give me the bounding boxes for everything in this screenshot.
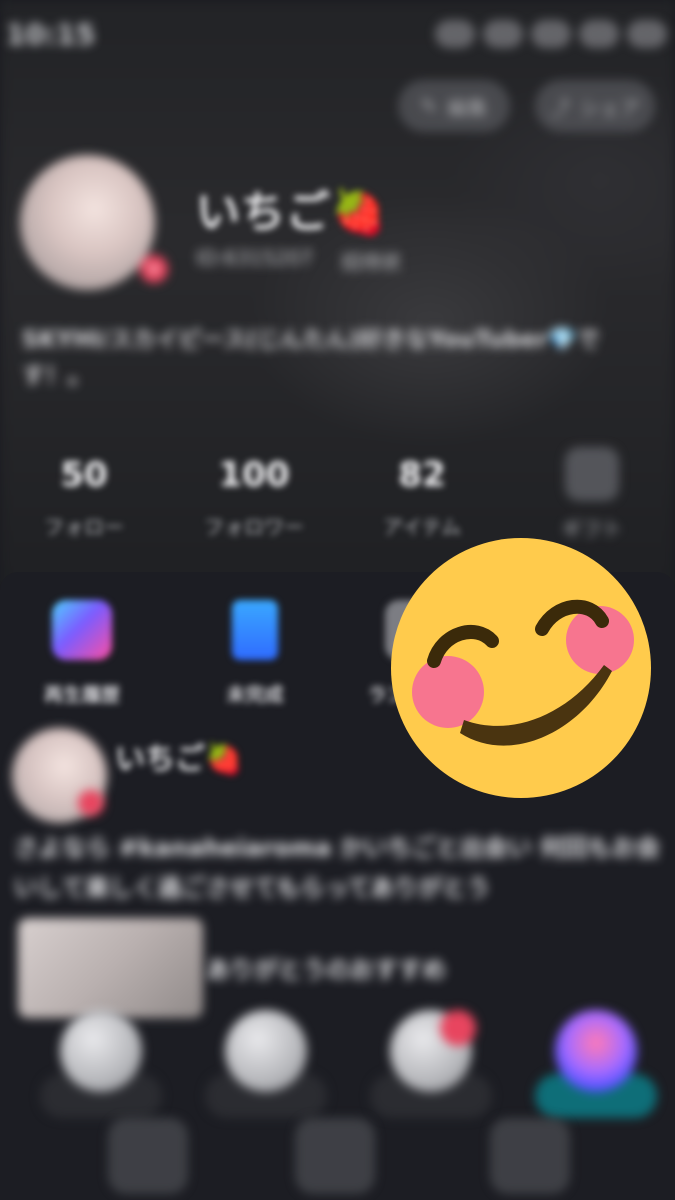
stat-items-label: アイテム — [383, 515, 461, 539]
music-note-icon — [52, 600, 112, 660]
action-circle-icon — [225, 1010, 307, 1092]
profile-name: いちご🍓 — [196, 187, 387, 238]
smiling-face-emoji-sticker — [391, 538, 651, 798]
post-author-badge — [78, 790, 104, 816]
signal-icon — [435, 20, 475, 48]
edit-profile-button[interactable]: ✎ 編集 — [398, 80, 510, 132]
home-icon[interactable] — [295, 1118, 375, 1194]
vpn-icon — [531, 20, 571, 48]
share-button[interactable]: ⤴ シェア — [535, 80, 655, 132]
document-icon — [232, 600, 278, 660]
avatar-edit-badge[interactable]: + — [140, 255, 168, 283]
action-button-3[interactable] — [370, 1010, 500, 1120]
stat-items-count: 82 — [398, 455, 446, 495]
stat-followers-label: フォロワー — [204, 515, 304, 539]
notification-dot — [440, 1010, 476, 1046]
post-text: さよなら #kanaheiaroma かいちごと出会い 何回もお会いして楽しく過… — [14, 834, 660, 902]
post-author-name[interactable]: いちご🍓 — [115, 734, 242, 778]
action-circle-icon — [60, 1010, 142, 1092]
status-time: 10:15 — [6, 18, 96, 51]
back-icon[interactable] — [108, 1118, 188, 1194]
recents-icon[interactable] — [490, 1118, 570, 1194]
profile-id[interactable]: ID:6315207 — [196, 246, 313, 275]
shortcut-play-history[interactable]: 再生履歴 — [12, 600, 152, 707]
action-button-1[interactable] — [40, 1010, 170, 1120]
profile-stats: 50 フォロー 100 フォロワー 82 アイテム ギフト — [0, 447, 675, 545]
battery-icon — [627, 20, 667, 48]
share-icon: ⤴ — [550, 95, 570, 120]
avatar-image — [20, 155, 155, 290]
status-bar: 10:15 — [0, 14, 675, 54]
profile-bio: SKYHI/スカイピース(じんたん)好きなYouTuber💎です！。 — [22, 327, 600, 389]
stat-following[interactable]: 50 フォロー — [14, 455, 154, 540]
post-tag[interactable]: ありがとうのおすすめ — [206, 950, 446, 985]
bottom-actions — [0, 1010, 675, 1120]
profile-avatar[interactable]: + — [20, 155, 170, 290]
wifi-icon — [483, 20, 523, 48]
stat-followers-count: 100 — [218, 455, 290, 495]
stat-followers[interactable]: 100 フォロワー — [184, 455, 324, 540]
system-nav-bar — [0, 1108, 675, 1200]
post-thumbnail[interactable] — [18, 918, 203, 1018]
alarm-icon — [579, 20, 619, 48]
gift-icon — [565, 447, 619, 501]
edit-label: 編集 — [447, 95, 488, 120]
stat-gift[interactable]: ギフト — [522, 447, 662, 542]
stat-following-count: 50 — [60, 455, 108, 495]
action-button-2[interactable] — [205, 1010, 335, 1120]
share-label: シェア — [580, 95, 640, 120]
status-icons — [435, 20, 667, 48]
shortcut-unfinished[interactable]: 未完成 — [185, 600, 325, 707]
shortcut-play-history-label: 再生履歴 — [43, 684, 120, 706]
profile-meta: ID:6315207 招待状 — [196, 246, 401, 275]
action-button-4[interactable] — [535, 1010, 665, 1120]
stat-items[interactable]: 82 アイテム — [352, 455, 492, 540]
pencil-icon: ✎ — [420, 94, 438, 118]
stat-following-label: フォロー — [44, 515, 124, 539]
profile-status[interactable]: 招待状 — [341, 246, 401, 275]
action-circle-icon — [555, 1010, 637, 1092]
emoji-left-cheek — [412, 656, 484, 728]
shortcut-unfinished-label: 未完成 — [226, 684, 284, 706]
